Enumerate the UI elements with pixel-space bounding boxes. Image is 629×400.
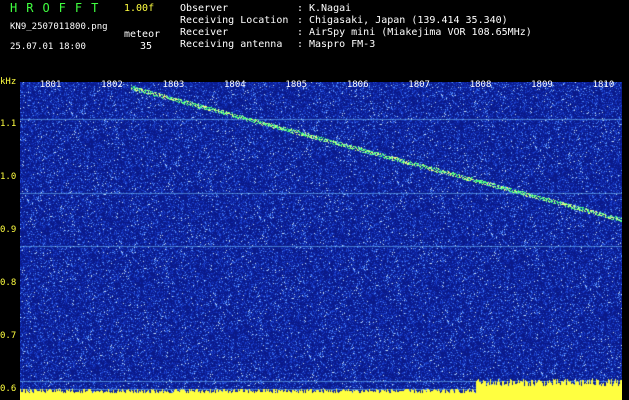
info-value: K.Nagai bbox=[309, 3, 352, 14]
info-label: Receiving Location bbox=[180, 15, 289, 26]
info-value: Maspro FM-3 bbox=[309, 39, 376, 50]
x-tick-label: 1806 bbox=[346, 80, 369, 90]
filename-label: KN9_2507011800.png bbox=[10, 22, 108, 32]
plot-frame bbox=[0, 77, 629, 400]
info-value: AirSpy mini (Miakejima VOR 108.65MHz) bbox=[309, 27, 532, 38]
info-separator: : bbox=[297, 3, 304, 14]
app-title: HROFFT bbox=[10, 1, 108, 15]
info-label: Observer bbox=[180, 3, 229, 14]
datetime-label: 25.07.01 18:00 bbox=[10, 42, 86, 52]
x-tick-label: 1804 bbox=[224, 80, 246, 90]
x-tick-label: 1803 bbox=[162, 80, 185, 90]
y-tick-label: 1.0 bbox=[0, 172, 17, 183]
y-tick-label: 0.6 bbox=[0, 384, 17, 395]
y-tick-label: 0.9 bbox=[0, 225, 17, 236]
meteor-count-value: 35 bbox=[140, 41, 153, 52]
info-value: Chigasaki, Japan (139.414 35.340) bbox=[309, 15, 508, 26]
info-separator: : bbox=[297, 15, 304, 26]
spectrogram-plot bbox=[20, 82, 622, 400]
x-tick-label: 1802 bbox=[101, 80, 123, 90]
x-tick-label: 1805 bbox=[285, 80, 308, 90]
spectrogram-canvas bbox=[20, 82, 622, 400]
info-row-antenna: Receiving antenna: Maspro FM-3 bbox=[180, 39, 375, 51]
version-label: 1.00f bbox=[124, 3, 155, 14]
x-tick-label: 1809 bbox=[531, 80, 553, 90]
y-tick-label: 1.1 bbox=[0, 119, 17, 130]
hrofft-window: HROFFT 1.00f KN9_2507011800.png meteor 2… bbox=[0, 0, 629, 400]
meteor-count-label: meteor bbox=[124, 29, 161, 40]
info-label: Receiver bbox=[180, 27, 229, 38]
info-separator: : bbox=[297, 39, 304, 50]
y-tick-label: 0.7 bbox=[0, 331, 17, 342]
x-tick-label: 1807 bbox=[408, 80, 430, 90]
y-tick-label: 0.8 bbox=[0, 278, 17, 289]
x-tick-label: 1808 bbox=[469, 80, 492, 90]
info-row-location: Receiving Location: Chigasaki, Japan (139… bbox=[180, 15, 508, 27]
x-tick-label: 1810 bbox=[592, 80, 615, 90]
info-label: Receiving antenna bbox=[180, 39, 283, 50]
info-separator: : bbox=[297, 27, 304, 38]
info-row-observer: Observer: K.Nagai bbox=[180, 3, 351, 15]
header-panel: HROFFT 1.00f KN9_2507011800.png meteor 2… bbox=[0, 0, 629, 76]
info-row-receiver: Receiver: AirSpy mini (Miakejima VOR 108.… bbox=[180, 27, 532, 39]
x-tick-label: 1801 bbox=[39, 80, 62, 90]
